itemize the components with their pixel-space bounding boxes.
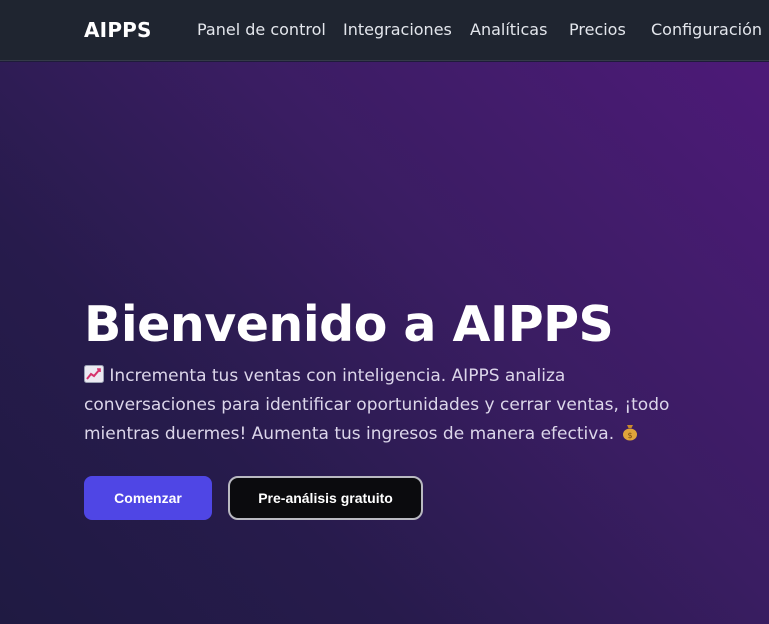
chart-increasing-icon xyxy=(84,364,104,383)
top-navbar: AIPPS Panel de control Integraciones Ana… xyxy=(0,0,769,61)
money-bag-icon: $ xyxy=(620,422,640,441)
pre-analisis-gratuito-button[interactable]: Pre-análisis gratuito xyxy=(228,476,423,520)
nav-link-analiticas[interactable]: Analíticas xyxy=(470,20,547,39)
nav-link-precios[interactable]: Precios xyxy=(569,20,626,39)
nav-link-configuracion[interactable]: Configuración xyxy=(651,20,762,39)
hero-description-text: Incrementa tus ventas con inteligencia. … xyxy=(84,366,670,444)
hero-section: Bienvenido a AIPPS Incrementa tus ventas… xyxy=(0,62,769,624)
comenzar-button[interactable]: Comenzar xyxy=(84,476,212,520)
hero-description: Incrementa tus ventas con inteligencia. … xyxy=(84,362,684,449)
hero-title: Bienvenido a AIPPS xyxy=(84,296,614,353)
nav-link-panel-de-control[interactable]: Panel de control xyxy=(197,20,326,39)
brand-logo[interactable]: AIPPS xyxy=(84,18,152,42)
svg-text:$: $ xyxy=(627,431,632,440)
nav-link-integraciones[interactable]: Integraciones xyxy=(343,20,452,39)
